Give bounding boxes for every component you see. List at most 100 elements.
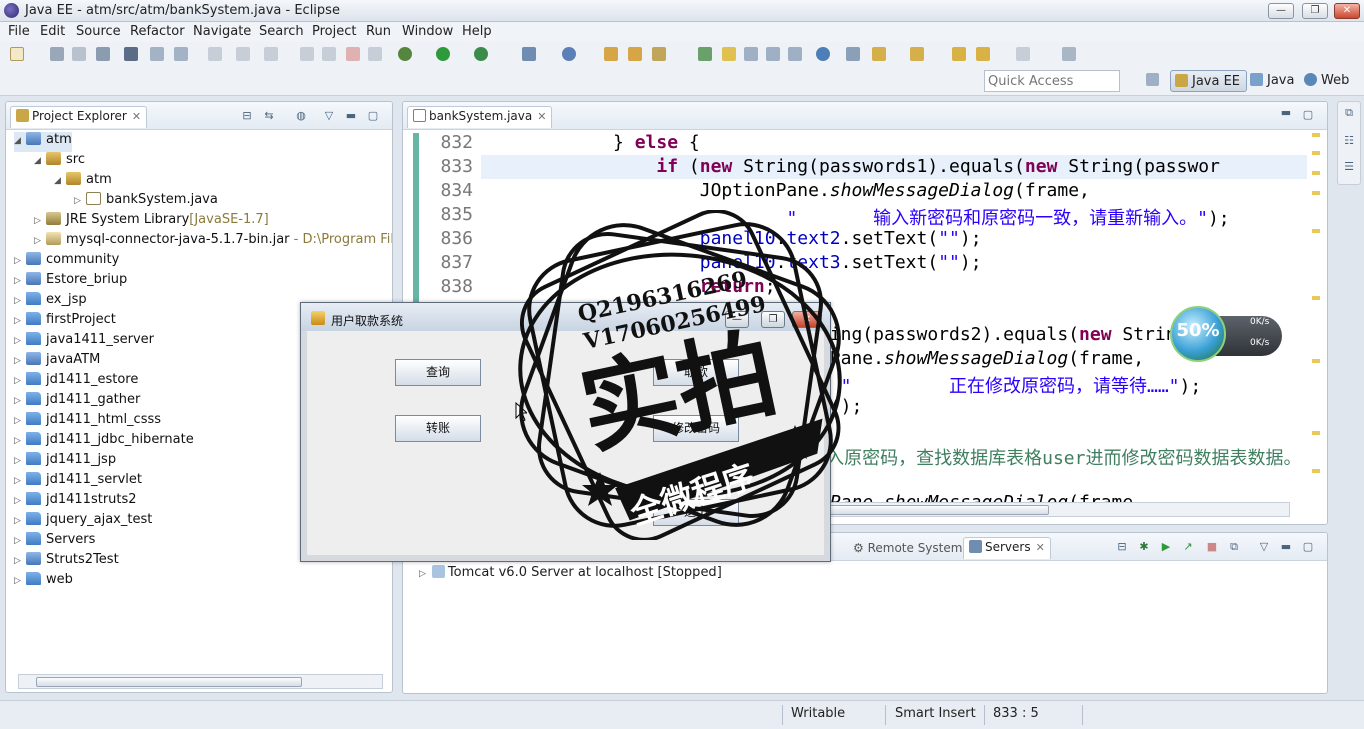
suspend-icon[interactable] [322,47,336,61]
withdraw-button[interactable]: 取款 [653,359,739,386]
next-annotation-icon[interactable] [872,47,886,61]
tab-remote-systems[interactable]: ⚙ Remote Systems [853,541,969,555]
tree-item[interactable]: ▷ jd1411_servlet [14,472,142,492]
annotation-icon[interactable] [698,47,712,61]
tree-item[interactable]: ▷ bankSystem.java [74,192,218,212]
tree-item[interactable]: ▷ jquery_ajax_test [14,512,152,532]
tree-item[interactable]: ▷ JRE System Library[JavaSE-1.7] [34,212,269,232]
dialog-minimize-button[interactable]: — [725,311,749,328]
perspective-java-ee[interactable]: Java EE [1170,70,1248,92]
restore-icon[interactable]: ⧉ [1342,106,1356,120]
collapsed-arrow-icon[interactable]: ▷ [14,296,26,306]
code-line[interactable]: panel10.text3.setText(""); [483,252,982,273]
maximize-view-icon[interactable]: ▢ [1301,540,1315,554]
tree-item[interactable]: ◢ atm [54,172,112,192]
run-icon[interactable] [436,47,450,61]
collapsed-arrow-icon[interactable]: ▷ [14,556,26,566]
undo-icon[interactable] [208,47,222,61]
save-icon[interactable] [50,47,64,61]
pin-icon[interactable] [846,47,860,61]
format-icon[interactable] [174,47,188,61]
pin-editor-icon[interactable] [1062,47,1076,61]
tree-item[interactable]: ▷ community [14,252,119,272]
maximize-editor-icon[interactable]: ▢ [1301,108,1315,122]
minimize-view-icon[interactable]: ▬ [344,109,358,123]
dialog-maximize-button[interactable]: ❐ [761,311,785,328]
tree-item[interactable]: ▷ jd1411_jsp [14,452,116,472]
code-line[interactable]: } else { [483,132,700,153]
minimize-view-icon[interactable]: ▬ [1279,540,1293,554]
menu-window[interactable]: Window [402,24,453,39]
collapsed-arrow-icon[interactable]: ▷ [14,456,26,466]
code-line[interactable]: " 输入新密码和原密码一致，请重新输入。"); [483,204,1229,230]
highlight-icon[interactable] [722,47,736,61]
collapsed-arrow-icon[interactable]: ▷ [14,516,26,526]
close-icon[interactable]: ✕ [132,110,141,123]
disconnect-icon[interactable] [368,47,382,61]
save-all-icon[interactable] [72,47,86,61]
collapsed-arrow-icon[interactable]: ▷ [14,436,26,446]
collapsed-arrow-icon[interactable]: ▷ [34,216,46,226]
code-line[interactable]: return; [483,276,776,297]
view-menu-icon[interactable]: ▽ [322,109,336,123]
tree-item[interactable]: ▷ Servers [14,532,95,552]
collapsed-arrow-icon[interactable]: ▷ [14,416,26,426]
expand-arrow-icon[interactable]: ▷ [419,569,426,579]
back-icon[interactable] [976,47,990,61]
profile-server-icon[interactable]: ↗ [1181,540,1195,554]
search-icon[interactable] [652,47,666,61]
network-speed-widget[interactable]: 50% 0K/s 0K/s [1170,306,1282,362]
external-tools-icon[interactable] [522,47,536,61]
collapsed-arrow-icon[interactable]: ▷ [14,496,26,506]
debug-icon[interactable] [398,47,412,61]
menu-file[interactable]: File [8,24,30,39]
start-server-icon[interactable]: ▶ [1159,540,1173,554]
exit-button[interactable]: 退出 [653,499,739,526]
change-password-button[interactable]: 修改密码 [653,415,739,442]
tree-item[interactable]: ▷ jd1411_estore [14,372,138,392]
explorer-scrollbar[interactable] [18,674,383,689]
menu-refactor[interactable]: Refactor [130,24,185,39]
collapsed-arrow-icon[interactable]: ▷ [14,356,26,366]
outline-icon[interactable]: ☷ [1342,134,1356,148]
collapsed-arrow-icon[interactable]: ▷ [14,376,26,386]
maximize-view-icon[interactable]: ▢ [366,109,380,123]
toggle-mark-icon[interactable] [150,47,164,61]
expanded-arrow-icon[interactable]: ◢ [34,156,46,166]
collapsed-arrow-icon[interactable]: ▷ [14,276,26,286]
filter-icon[interactable]: ◍ [294,109,308,123]
collapsed-arrow-icon[interactable]: ▷ [14,576,26,586]
skip-breakpoints-icon[interactable] [124,47,138,61]
print-icon[interactable] [96,47,110,61]
collapsed-arrow-icon[interactable]: ▷ [14,396,26,406]
block-select-icon[interactable] [766,47,780,61]
server-row-tomcat[interactable]: ▷ Tomcat v6.0 Server at localhost [Stoppe… [419,565,722,580]
menu-help[interactable]: Help [462,24,492,39]
close-icon[interactable]: ✕ [537,110,546,123]
collapsed-arrow-icon[interactable]: ▷ [14,476,26,486]
collapsed-arrow-icon[interactable]: ▷ [14,316,26,326]
menu-project[interactable]: Project [312,24,356,39]
tree-item[interactable]: ▷ java1411_server [14,332,154,352]
quick-access-input[interactable] [984,70,1120,92]
redo-icon[interactable] [236,47,250,61]
menu-edit[interactable]: Edit [40,24,65,39]
minimize-editor-icon[interactable]: ▬ [1279,106,1293,120]
query-button[interactable]: 查询 [395,359,481,386]
new-icon[interactable] [10,47,24,61]
tree-item[interactable]: ▷ javaATM [14,352,100,372]
collapsed-arrow-icon[interactable]: ▷ [34,236,46,246]
stop-server-icon[interactable]: ■ [1205,540,1219,554]
collapsed-arrow-icon[interactable]: ▷ [14,536,26,546]
prev-annotation-icon[interactable] [910,47,924,61]
tree-item[interactable]: ▷ firstProject [14,312,116,332]
publish-icon[interactable]: ⧉ [1227,540,1241,554]
task-list-icon[interactable]: ☰ [1342,160,1356,174]
open-type-icon[interactable] [604,47,618,61]
close-icon[interactable]: ✕ [1036,541,1045,554]
tree-item[interactable]: ◢ src [34,152,85,172]
tree-item[interactable]: ▷ ex_jsp [14,292,87,312]
code-line[interactable]: JOptionPane.showMessageDialog(frame, [483,180,1090,201]
globe-icon[interactable] [816,47,830,61]
tree-item[interactable]: ▷ mysql-connector-java-5.1.7-bin.jar - D:… [34,232,392,252]
